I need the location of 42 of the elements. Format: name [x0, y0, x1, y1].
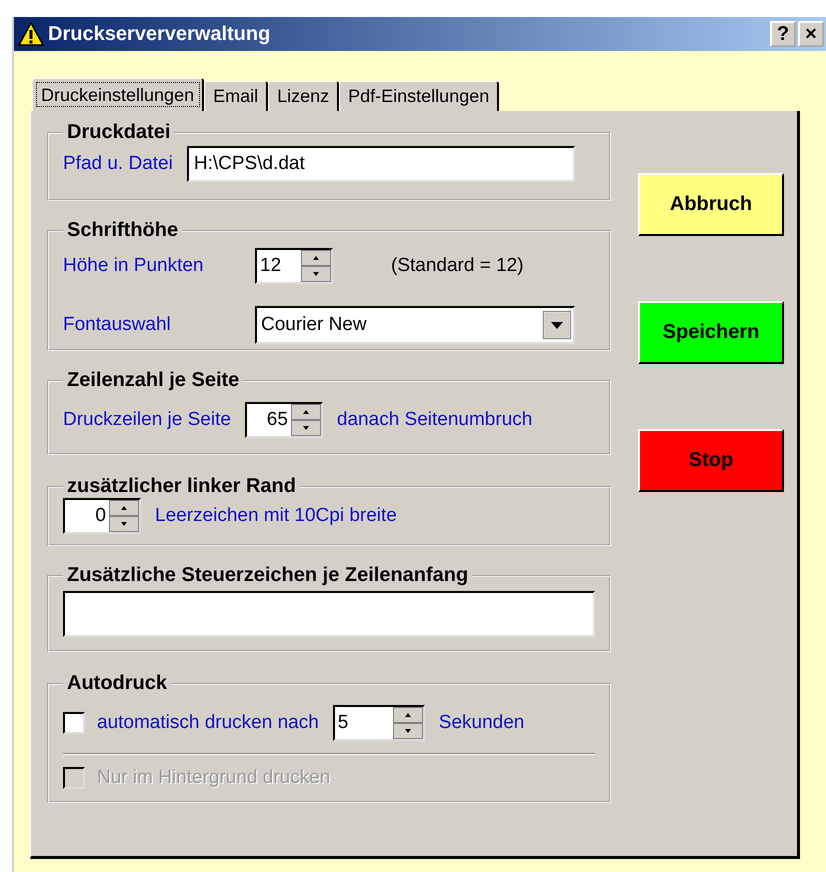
auto-print-checkbox[interactable]: automatisch drucken nach — [63, 712, 319, 734]
path-field[interactable]: H:\CPS\d.dat — [186, 146, 575, 182]
group-title: zusätzlicher linker Rand — [66, 475, 297, 498]
group-title: Zeilenzahl je Seite — [66, 369, 240, 392]
action-button[interactable]: Speichern — [638, 301, 784, 364]
action-button[interactable]: Stop — [638, 429, 784, 492]
field-label: Höhe in Punkten — [63, 255, 204, 277]
field-label: Sekunden — [438, 712, 524, 734]
group-title: Schrifthöhe — [66, 219, 180, 242]
control-chars-field[interactable] — [63, 591, 595, 637]
spin-up-icon[interactable] — [290, 404, 321, 420]
dropdown-arrow-icon — [543, 311, 571, 339]
field-label: danach Seitenumbruch — [336, 409, 532, 431]
spin-up-icon[interactable] — [109, 500, 139, 516]
delay-spinner[interactable]: 5 — [332, 705, 425, 741]
group-title: Autodruck — [66, 672, 168, 695]
spin-down-icon[interactable] — [290, 420, 321, 436]
close-button[interactable]: × — [798, 21, 824, 47]
field-label: Pfad u. Datei — [63, 153, 173, 175]
size-spinner[interactable]: 12 — [255, 248, 333, 284]
tab[interactable]: Pdf-Einstellungen — [339, 81, 500, 111]
tab[interactable]: Druckeinstellungen — [32, 78, 204, 111]
spin-down-icon[interactable] — [109, 516, 139, 532]
group-title: Zusätzliche Steuerzeichen je Zeilenanfang — [66, 564, 470, 587]
tab[interactable]: Lizenz — [268, 81, 340, 111]
warning-icon — [18, 22, 44, 46]
font-dropdown[interactable]: Courier New — [255, 306, 575, 344]
margin-spinner[interactable]: 0 — [63, 498, 141, 534]
window-title: Druckserververwaltung — [48, 22, 270, 46]
spin-up-icon[interactable] — [301, 250, 331, 266]
field-label: Fontauswahl — [63, 314, 172, 336]
group-title: Druckdatei — [66, 121, 172, 144]
field-label: Druckzeilen je Seite — [63, 409, 231, 431]
tab[interactable]: Email — [204, 81, 268, 111]
help-button[interactable]: ? — [770, 21, 796, 47]
spin-up-icon[interactable] — [392, 707, 423, 723]
spin-down-icon[interactable] — [392, 723, 423, 739]
field-label: Leerzeichen mit 10Cpi breite — [155, 505, 397, 527]
spin-down-icon[interactable] — [301, 266, 331, 282]
lines-spinner[interactable]: 65 — [244, 402, 323, 438]
action-button[interactable]: Abbruch — [638, 173, 784, 236]
hint-text: (Standard = 12) — [391, 255, 524, 277]
